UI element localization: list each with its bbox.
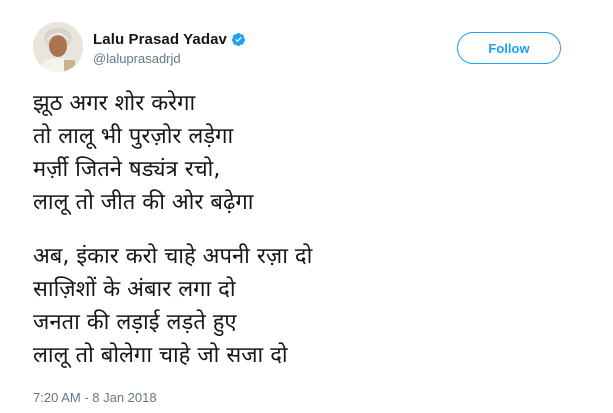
tweet-text: झूठ अगर शोर करेगा तो लालू भी पुरज़ोर लड़… bbox=[33, 87, 593, 372]
verified-badge-icon bbox=[231, 32, 246, 47]
tweet-line: लालू तो जीत की ओर बढ़ेगा bbox=[33, 190, 254, 215]
tweet-card: Lalu Prasad Yadav @laluprasadrjd Follow … bbox=[0, 0, 613, 413]
tweet-line: अब, इंकार करो चाहे अपनी रज़ा दो bbox=[33, 244, 313, 269]
tweet-line: जनता की लड़ाई लड़ते हुए bbox=[33, 310, 237, 335]
tweet-line: लालू तो बोलेगा चाहे जो सजा दो bbox=[33, 343, 288, 368]
tweet-line: तो लालू भी पुरज़ोर लड़ेगा bbox=[33, 124, 234, 149]
avatar[interactable] bbox=[33, 22, 83, 72]
tweet-line: मर्ज़ी जितने षड्यंत्र रचो, bbox=[33, 157, 221, 182]
tweet-line: साज़िशों के अंबार लगा दो bbox=[33, 277, 236, 302]
stanza-gap bbox=[33, 219, 593, 240]
author-handle[interactable]: @laluprasadrjd bbox=[93, 51, 181, 66]
tweet-timestamp[interactable]: 7:20 AM - 8 Jan 2018 bbox=[33, 390, 157, 405]
author-name-row: Lalu Prasad Yadav bbox=[93, 31, 246, 48]
tweet-line: झूठ अगर शोर करेगा bbox=[33, 91, 196, 116]
follow-button[interactable]: Follow bbox=[457, 32, 561, 64]
avatar-image bbox=[33, 22, 83, 72]
author-display-name[interactable]: Lalu Prasad Yadav bbox=[93, 31, 227, 48]
